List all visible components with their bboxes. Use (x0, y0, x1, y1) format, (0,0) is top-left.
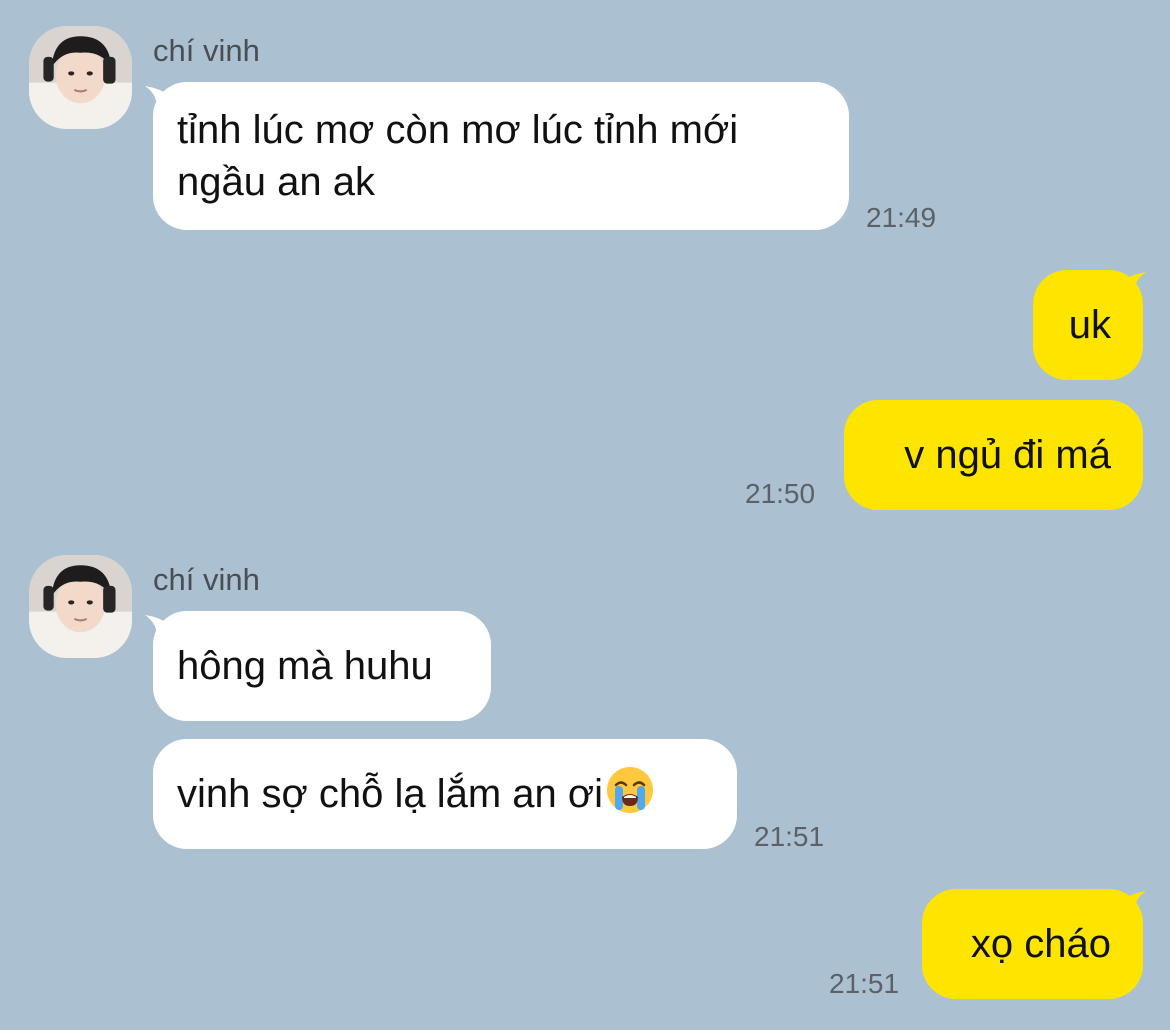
avatar-photo-icon (29, 26, 132, 129)
outgoing-message-bubble[interactable]: v ngủ đi má (844, 400, 1143, 510)
message-timestamp: 21:49 (866, 202, 937, 233)
message-timestamp: 21:51 (829, 968, 900, 999)
avatar[interactable] (29, 26, 132, 129)
loudly-crying-face-icon (605, 765, 655, 815)
outgoing-message-bubble[interactable]: uk (1033, 270, 1143, 380)
message-timestamp: 21:50 (745, 478, 816, 509)
message-text: vinh sợ chỗ lạ lắm an ơi (177, 772, 603, 816)
message-text-line: tỉnh lúc mơ còn mơ lúc tỉnh mới (177, 108, 739, 152)
sender-name: chí vinh (153, 33, 260, 68)
sender-name: chí vinh (153, 562, 260, 597)
incoming-message-bubble[interactable]: vinh sợ chỗ lạ lắm an ơi (153, 739, 737, 849)
message-text-line: ngầu an ak (177, 160, 375, 204)
incoming-message-bubble[interactable]: hông mà huhu (153, 611, 491, 721)
avatar-photo-icon (29, 555, 132, 658)
avatar[interactable] (29, 555, 132, 658)
incoming-message-bubble[interactable]: tỉnh lúc mơ còn mơ lúc tỉnh mới ngầu an … (153, 82, 849, 230)
outgoing-message-bubble[interactable]: xọ cháo (922, 889, 1143, 999)
message-timestamp: 21:51 (754, 821, 825, 852)
